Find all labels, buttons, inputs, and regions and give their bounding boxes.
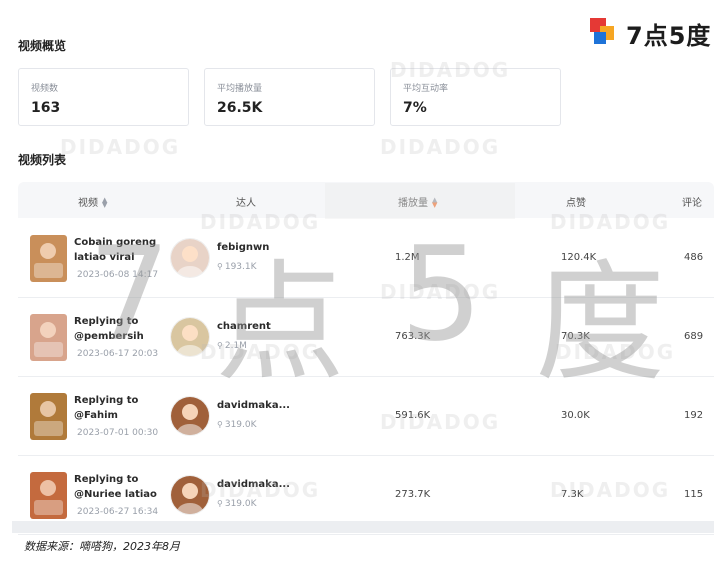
followers-icon: ⚲: [217, 262, 223, 271]
horizontal-scrollbar[interactable]: [12, 521, 714, 533]
list-title: 视频列表: [18, 153, 67, 167]
stat-value: 7%: [403, 100, 427, 116]
stat-card-avg-plays: 平均播放量 26.5K: [204, 68, 375, 126]
plays-value: 763.3K: [395, 331, 431, 342]
column-header-comments: 评论: [682, 198, 702, 209]
table-row[interactable]: Cobain goreng latiao viral 2023-06-08 14:…: [18, 219, 714, 298]
table-row[interactable]: Replying to @Fahim Mantiqi... 2023-07-01 …: [18, 377, 714, 456]
column-header-likes: 点赞: [566, 198, 586, 209]
followers-icon: ⚲: [217, 420, 223, 429]
video-title[interactable]: Replying to @Fahim Mantiqi...: [74, 393, 160, 423]
avatar[interactable]: [170, 396, 210, 436]
comments-value: 486: [684, 252, 704, 263]
video-thumbnail[interactable]: [30, 235, 67, 282]
likes-value: 30.0K: [561, 410, 590, 421]
video-date: 2023-06-17 20:03: [77, 349, 159, 359]
data-source-note: 数据来源：嘀嗒狗，2023年8月: [24, 540, 180, 553]
overview-title: 视频概览: [18, 39, 67, 53]
creator-name[interactable]: davidmaka...: [217, 400, 290, 411]
creator-followers: ⚲ 193.1K: [217, 262, 257, 272]
creator-followers: ⚲ 319.0K: [217, 420, 257, 430]
followers-icon: ⚲: [217, 341, 223, 350]
plays-value: 1.2M: [395, 252, 420, 263]
creator-name[interactable]: davidmaka...: [217, 479, 290, 490]
avatar[interactable]: [170, 238, 210, 278]
video-date: 2023-06-27 16:34: [77, 507, 159, 517]
comments-value: 115: [684, 489, 704, 500]
creator-followers: ⚲ 2.1M: [217, 341, 247, 351]
watermark: DIDADOG: [380, 135, 501, 159]
creator-name[interactable]: chamrent: [217, 321, 271, 332]
comments-value: 192: [684, 410, 704, 421]
column-header-creator: 达人: [236, 198, 256, 209]
followers-count: 319.0K: [224, 499, 257, 509]
column-label: 视频: [78, 198, 98, 209]
likes-value: 7.3K: [561, 489, 584, 500]
logo-text: 7点5度: [626, 22, 712, 50]
logo-mark-icon: [590, 18, 614, 44]
stat-value: 26.5K: [217, 100, 263, 116]
video-date: 2023-07-01 00:30: [77, 428, 159, 438]
stat-label: 视频数: [31, 84, 59, 94]
video-thumbnail[interactable]: [30, 393, 67, 440]
video-thumbnail[interactable]: [30, 314, 67, 361]
brand-logo: 7点5度: [590, 16, 722, 50]
stat-card-video-count: 视频数 163: [18, 68, 189, 126]
stat-value: 163: [31, 100, 61, 116]
video-title[interactable]: Cobain goreng latiao viral: [74, 235, 160, 265]
table-row[interactable]: Replying to @pembersih dos... 2023-06-17 …: [18, 298, 714, 377]
plays-value: 591.6K: [395, 410, 431, 421]
stat-label: 平均播放量: [217, 84, 263, 94]
video-thumbnail[interactable]: [30, 472, 67, 519]
watermark: DIDADOG: [60, 135, 181, 159]
followers-icon: ⚲: [217, 499, 223, 508]
followers-count: 319.0K: [224, 420, 257, 430]
creator-name[interactable]: febignwn: [217, 242, 269, 253]
avatar[interactable]: [170, 317, 210, 357]
video-title[interactable]: Replying to @pembersih dos...: [74, 314, 160, 344]
sort-icon[interactable]: ▲ ▼: [102, 197, 107, 209]
likes-value: 120.4K: [561, 252, 597, 263]
column-header-video[interactable]: 视频 ▲ ▼: [78, 194, 107, 210]
comments-value: 689: [684, 331, 704, 342]
video-title[interactable]: Replying to @Nuriee latiao ...: [74, 472, 160, 502]
followers-count: 193.1K: [224, 262, 257, 272]
creator-followers: ⚲ 319.0K: [217, 499, 257, 509]
likes-value: 70.3K: [561, 331, 590, 342]
stat-card-avg-engagement: 平均互动率 7%: [390, 68, 561, 126]
stat-label: 平均互动率: [403, 84, 449, 94]
followers-count: 2.1M: [224, 341, 247, 351]
avatar[interactable]: [170, 475, 210, 515]
plays-value: 273.7K: [395, 489, 431, 500]
video-date: 2023-06-08 14:17: [77, 270, 159, 280]
